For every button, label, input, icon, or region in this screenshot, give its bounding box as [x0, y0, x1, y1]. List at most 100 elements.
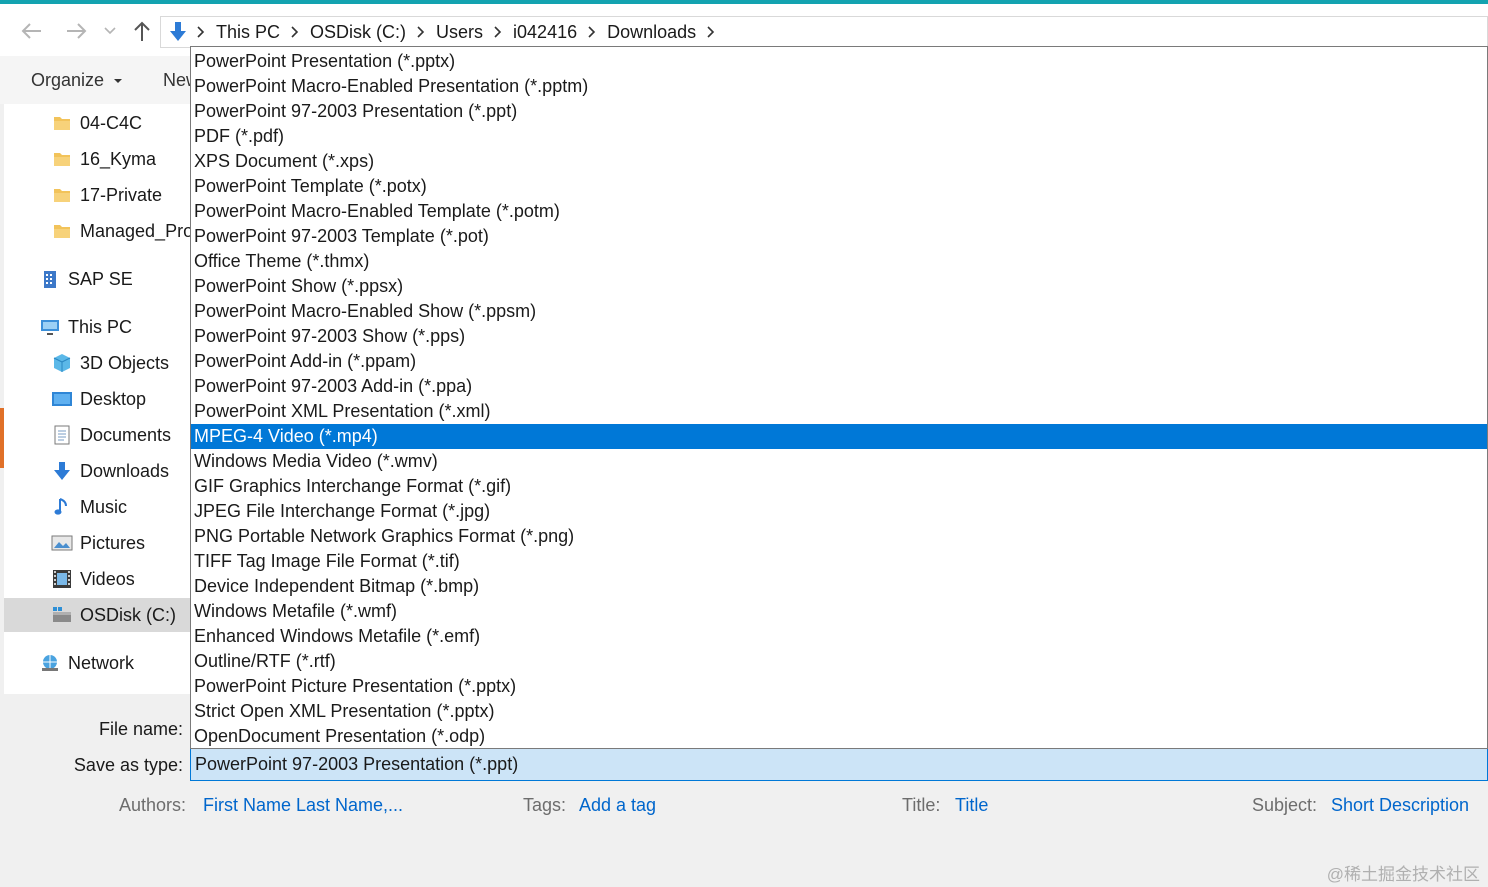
- breadcrumb-users[interactable]: Users: [433, 22, 486, 43]
- dropdown-option[interactable]: PowerPoint 97-2003 Add-in (*.ppa): [191, 374, 1487, 399]
- nav-item-osdisk[interactable]: OSDisk (C:): [4, 598, 190, 632]
- dropdown-option[interactable]: PowerPoint Macro-Enabled Presentation (*…: [191, 74, 1487, 99]
- dropdown-option[interactable]: PowerPoint Macro-Enabled Template (*.pot…: [191, 199, 1487, 224]
- tags-label: Tags:: [523, 795, 567, 815]
- back-arrow-icon: [21, 23, 41, 39]
- nav-item-label: OSDisk (C:): [80, 604, 176, 625]
- dropdown-option[interactable]: JPEG File Interchange Format (*.jpg): [191, 499, 1487, 524]
- breadcrumb-chevron-icon[interactable]: [409, 20, 433, 44]
- download-icon: [50, 459, 74, 483]
- subject-label: Subject:: [1252, 795, 1318, 815]
- tags-field[interactable]: Add a tag: [579, 795, 656, 816]
- back-button[interactable]: [18, 18, 46, 44]
- cube-icon: [50, 351, 74, 375]
- address-bar[interactable]: This PC OSDisk (C:) Users i042416 Downlo…: [160, 16, 1488, 48]
- dropdown-option[interactable]: OpenDocument Presentation (*.odp): [191, 724, 1487, 748]
- navigation-pane: 04-C4C 16_Kyma 17-Private Managed_Projec…: [4, 104, 190, 694]
- save-as-type-select[interactable]: PowerPoint 97-2003 Presentation (*.ppt): [190, 748, 1488, 781]
- dropdown-option[interactable]: Outline/RTF (*.rtf): [191, 649, 1487, 674]
- nav-item-downloads[interactable]: Downloads: [50, 454, 169, 488]
- drive-icon: [50, 603, 74, 627]
- nav-item-label: 3D Objects: [80, 352, 170, 373]
- dropdown-option[interactable]: XPS Document (*.xps): [191, 149, 1487, 174]
- pictures-icon: [50, 531, 74, 555]
- nav-item-sap-se[interactable]: SAP SE: [38, 262, 133, 296]
- nav-item-music[interactable]: Music: [50, 490, 127, 524]
- dropdown-option[interactable]: PowerPoint Picture Presentation (*.pptx): [191, 674, 1487, 699]
- dropdown-option[interactable]: PowerPoint Presentation (*.pptx): [191, 49, 1487, 74]
- dropdown-option[interactable]: Strict Open XML Presentation (*.pptx): [191, 699, 1487, 724]
- dropdown-option[interactable]: PowerPoint Add-in (*.ppam): [191, 349, 1487, 374]
- dropdown-option[interactable]: GIF Graphics Interchange Format (*.gif): [191, 474, 1487, 499]
- breadcrumb-chevron-icon[interactable]: [699, 20, 723, 44]
- nav-item-documents[interactable]: Documents: [50, 418, 171, 452]
- dropdown-option[interactable]: Windows Media Video (*.wmv): [191, 449, 1487, 474]
- nav-item-label: Documents: [80, 424, 172, 445]
- title-label: Title:: [902, 795, 941, 815]
- videos-icon: [50, 567, 74, 591]
- dropdown-option[interactable]: Windows Metafile (*.wmf): [191, 599, 1487, 624]
- forward-arrow-icon: [67, 23, 87, 39]
- network-icon: [38, 651, 62, 675]
- nav-item-17-private[interactable]: 17-Private: [50, 178, 162, 212]
- nav-item-label: Downloads: [80, 460, 170, 481]
- file-name-label: File name:: [98, 719, 183, 739]
- title-field[interactable]: Title: [955, 795, 988, 816]
- nav-item-videos[interactable]: Videos: [50, 562, 135, 596]
- dropdown-option[interactable]: PowerPoint Macro-Enabled Show (*.ppsm): [191, 299, 1487, 324]
- breadcrumb-downloads[interactable]: Downloads: [604, 22, 699, 43]
- folder-icon: [50, 183, 74, 207]
- authors-field[interactable]: First Name Last Name,...: [203, 795, 403, 816]
- chevron-down-icon: [104, 27, 116, 35]
- organize-button[interactable]: Organize: [31, 70, 123, 91]
- nav-item-label: Desktop: [80, 388, 147, 409]
- dropdown-option[interactable]: PowerPoint Template (*.potx): [191, 174, 1487, 199]
- breadcrumb-this-pc[interactable]: This PC: [213, 22, 283, 43]
- up-button[interactable]: [128, 18, 156, 44]
- nav-item-pictures[interactable]: Pictures: [50, 526, 145, 560]
- dropdown-option[interactable]: Office Theme (*.thmx): [191, 249, 1487, 274]
- breadcrumb-chevron-icon[interactable]: [580, 20, 604, 44]
- dropdown-option[interactable]: PowerPoint XML Presentation (*.xml): [191, 399, 1487, 424]
- dropdown-option[interactable]: PowerPoint 97-2003 Template (*.pot): [191, 224, 1487, 249]
- breadcrumb-osdisk[interactable]: OSDisk (C:): [307, 22, 409, 43]
- command-toolbar: Organize New: [0, 56, 199, 104]
- desktop-icon: [50, 387, 74, 411]
- dropdown-option[interactable]: TIFF Tag Image File Format (*.tif): [191, 549, 1487, 574]
- dropdown-option-highlighted[interactable]: MPEG-4 Video (*.mp4): [191, 424, 1487, 449]
- nav-item-label: 04-C4C: [80, 112, 143, 133]
- dropdown-option[interactable]: PowerPoint 97-2003 Show (*.pps): [191, 324, 1487, 349]
- forward-button[interactable]: [62, 18, 90, 44]
- document-icon: [50, 423, 74, 447]
- download-location-icon: [167, 20, 189, 44]
- nav-item-label: Music: [80, 496, 128, 517]
- nav-item-16-kyma[interactable]: 16_Kyma: [50, 142, 156, 176]
- nav-item-managed-projects[interactable]: Managed_Projects: [50, 214, 190, 248]
- nav-item-3d-objects[interactable]: 3D Objects: [50, 346, 169, 380]
- dropdown-option[interactable]: Device Independent Bitmap (*.bmp): [191, 574, 1487, 599]
- dropdown-option[interactable]: Enhanced Windows Metafile (*.emf): [191, 624, 1487, 649]
- nav-item-network[interactable]: Network: [38, 646, 134, 680]
- nav-item-04-c4c[interactable]: 04-C4C: [50, 106, 142, 140]
- breadcrumb-user-folder[interactable]: i042416: [510, 22, 580, 43]
- watermark-text: @稀土掘金技术社区: [1326, 865, 1480, 884]
- nav-item-this-pc[interactable]: This PC: [38, 310, 132, 344]
- dropdown-option[interactable]: PDF (*.pdf): [191, 124, 1487, 149]
- dropdown-option[interactable]: PowerPoint 97-2003 Presentation (*.ppt): [191, 99, 1487, 124]
- folder-icon: [50, 147, 74, 171]
- dropdown-option[interactable]: PNG Portable Network Graphics Format (*.…: [191, 524, 1487, 549]
- nav-item-label: Managed_Projects: [80, 220, 190, 241]
- authors-label: Authors:: [119, 795, 187, 815]
- caret-down-icon: [114, 79, 123, 84]
- nav-item-desktop[interactable]: Desktop: [50, 382, 146, 416]
- folder-icon: [50, 219, 74, 243]
- breadcrumb-chevron-icon[interactable]: [189, 20, 213, 44]
- nav-item-label: This PC: [68, 316, 133, 337]
- save-as-type-dropdown-list: PowerPoint Presentation (*.pptx) PowerPo…: [190, 46, 1488, 749]
- dropdown-option[interactable]: PowerPoint Show (*.ppsx): [191, 274, 1487, 299]
- breadcrumb-chevron-icon[interactable]: [486, 20, 510, 44]
- subject-field[interactable]: Short Description: [1331, 795, 1469, 816]
- recent-locations-button[interactable]: [98, 18, 122, 44]
- nav-item-label: SAP SE: [68, 268, 133, 289]
- breadcrumb-chevron-icon[interactable]: [283, 20, 307, 44]
